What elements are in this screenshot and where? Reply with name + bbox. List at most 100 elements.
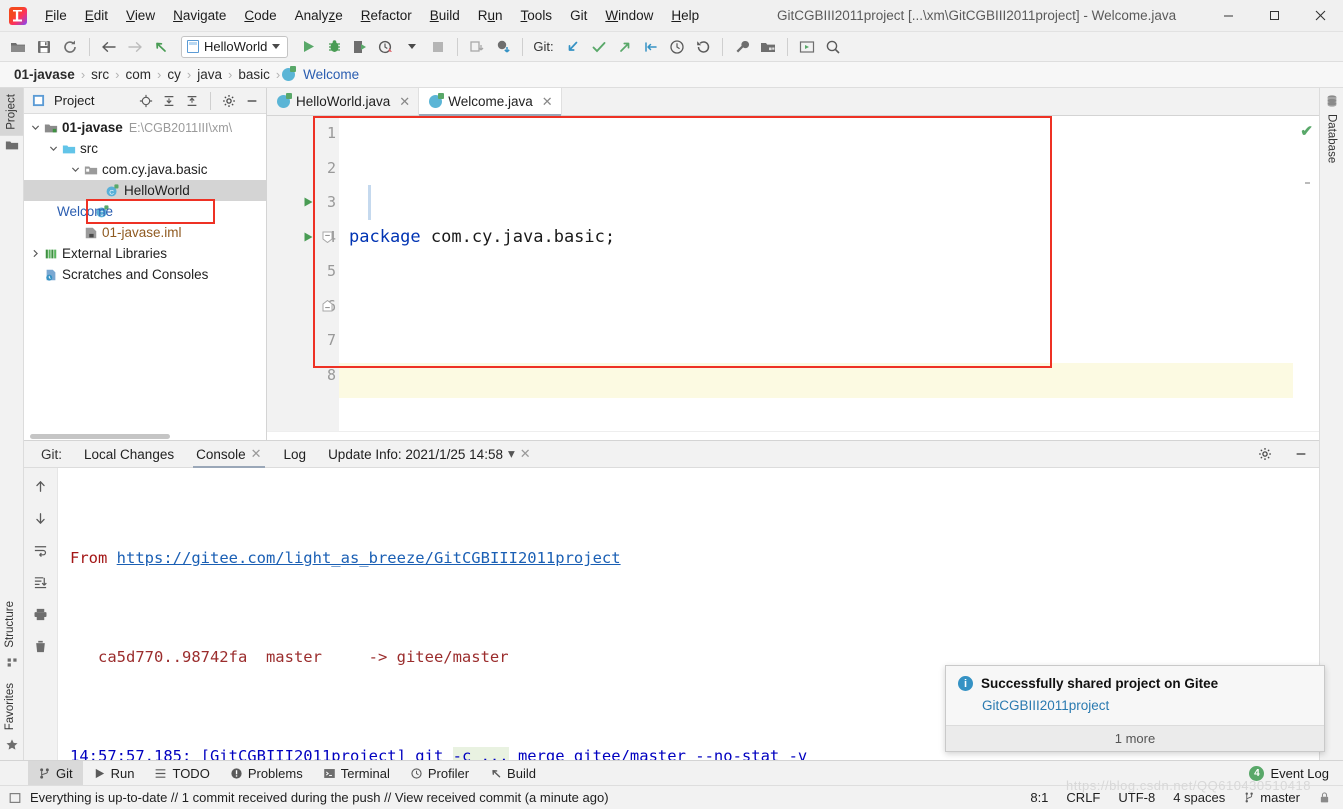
close-icon[interactable]: ✕ xyxy=(542,94,553,110)
chevron-down-icon[interactable] xyxy=(46,144,60,153)
toolwindow-git[interactable]: Git xyxy=(28,760,83,786)
open-project-icon[interactable] xyxy=(6,35,30,59)
menu-item-git[interactable]: Git xyxy=(561,4,596,27)
gear-icon[interactable] xyxy=(1247,441,1283,468)
project-structure-icon[interactable] xyxy=(756,35,780,59)
scroll-to-end-icon[interactable] xyxy=(31,572,51,592)
project-tree-hscrollbar[interactable] xyxy=(24,433,266,440)
menu-item-run[interactable]: Run xyxy=(469,4,512,27)
forward-icon[interactable] xyxy=(123,35,147,59)
breadcrumb-item-2[interactable]: com xyxy=(122,67,156,82)
breadcrumb-item-1[interactable]: src xyxy=(87,67,113,82)
chevron-down-icon[interactable] xyxy=(28,123,42,132)
breadcrumb-item-4[interactable]: java xyxy=(193,67,226,82)
locate-icon[interactable] xyxy=(136,91,156,111)
breadcrumb-item-5[interactable]: basic xyxy=(234,67,274,82)
indent-setting[interactable]: 4 spaces xyxy=(1164,790,1234,805)
search-icon[interactable] xyxy=(821,35,845,59)
menu-item-window[interactable]: Window xyxy=(596,4,662,27)
notification-more-button[interactable]: 1 more xyxy=(946,725,1324,751)
back-icon[interactable] xyxy=(97,35,121,59)
settings-wrench-icon[interactable] xyxy=(730,35,754,59)
editor-markers-gutter[interactable]: ✔ xyxy=(1293,116,1319,431)
menu-item-help[interactable]: Help xyxy=(662,4,708,27)
fold-icon[interactable] xyxy=(322,231,333,243)
git-push-icon[interactable] xyxy=(613,35,637,59)
expand-all-icon[interactable] xyxy=(159,91,179,111)
tree-item-src[interactable]: src xyxy=(24,138,266,159)
save-all-icon[interactable] xyxy=(32,35,56,59)
code-text[interactable]: package com.cy.java.basic; public class … xyxy=(339,116,1293,431)
tree-item-welcome[interactable]: C Welcome xyxy=(57,199,215,224)
toolwindow-profiler[interactable]: Profiler xyxy=(400,761,479,786)
update-project-icon[interactable] xyxy=(465,35,489,59)
sidebar-item-favorites[interactable]: Favorites xyxy=(0,677,20,736)
line-separator[interactable]: CRLF xyxy=(1057,790,1109,805)
menu-item-refactor[interactable]: Refactor xyxy=(352,4,421,27)
chevron-down-icon[interactable]: ▾ xyxy=(508,446,515,462)
tab-helloworld-java[interactable]: HelloWorld.java ✕ xyxy=(267,88,420,115)
chevron-down-icon[interactable] xyxy=(68,165,82,174)
toolwindow-build[interactable]: Build xyxy=(479,761,546,786)
code-editor[interactable]: 1 2 3 5 7 8 package com.cy.java.basic; ✔ xyxy=(267,116,1319,431)
breadcrumb-item-6[interactable]: Welcome xyxy=(299,67,363,82)
caret-position[interactable]: 8:1 xyxy=(1021,790,1057,805)
scroll-down-icon[interactable] xyxy=(31,508,51,528)
notification-popup[interactable]: i Successfully shared project on Gitee G… xyxy=(945,665,1325,752)
hide-panel-icon[interactable] xyxy=(1283,441,1319,468)
print-icon[interactable] xyxy=(31,604,51,624)
git-fetch-icon[interactable] xyxy=(639,35,663,59)
menu-item-file[interactable]: File xyxy=(36,4,76,27)
tree-item-scratches[interactable]: Scratches and Consoles xyxy=(24,264,266,285)
tree-item-helloworld[interactable]: C HelloWorld xyxy=(24,180,266,201)
gitee-url-link[interactable]: https://gitee.com/light_as_breeze/GitCGB… xyxy=(117,549,621,567)
run-with-coverage-icon[interactable] xyxy=(348,35,372,59)
tree-item-module[interactable]: 01-javase E:\CGB2011III\xm\ xyxy=(24,117,266,138)
git-update-icon[interactable] xyxy=(561,35,585,59)
sidebar-item-structure[interactable]: Structure xyxy=(0,595,20,654)
debug-button[interactable] xyxy=(322,35,346,59)
tab-log[interactable]: Log xyxy=(273,441,318,468)
profile-icon[interactable] xyxy=(374,35,398,59)
menu-item-tools[interactable]: Tools xyxy=(512,4,562,27)
branch-indicator[interactable]: master xyxy=(1234,790,1309,805)
file-encoding[interactable]: UTF-8 xyxy=(1109,790,1164,805)
gear-icon[interactable] xyxy=(219,91,239,111)
delete-icon[interactable] xyxy=(31,636,51,656)
toolwindow-todo[interactable]: TODO xyxy=(144,761,219,786)
scroll-up-icon[interactable] xyxy=(31,476,51,496)
sync-icon[interactable] xyxy=(58,35,82,59)
revert-icon[interactable] xyxy=(691,35,715,59)
sidebar-item-project[interactable]: Project xyxy=(0,88,23,136)
tab-console[interactable]: Console ✕ xyxy=(185,441,272,468)
status-message[interactable]: Everything is up-to-date // 1 commit rec… xyxy=(30,790,609,805)
commit-icon[interactable] xyxy=(491,35,515,59)
tree-item-iml[interactable]: 01-javase.iml xyxy=(24,222,266,243)
collapse-all-icon[interactable] xyxy=(182,91,202,111)
maximize-button[interactable] xyxy=(1251,0,1297,32)
editor-gutter[interactable]: 1 2 3 5 7 8 xyxy=(267,116,339,431)
fold-icon[interactable] xyxy=(322,299,333,312)
menu-item-navigate[interactable]: Navigate xyxy=(164,4,235,27)
menu-item-edit[interactable]: Edit xyxy=(76,4,117,27)
soft-wrap-icon[interactable] xyxy=(31,540,51,560)
inspection-ok-icon[interactable]: ✔ xyxy=(1300,122,1313,140)
close-icon[interactable]: ✕ xyxy=(399,94,410,110)
sidebar-item-database[interactable]: Database xyxy=(1322,108,1342,169)
toolwindow-problems[interactable]: Problems xyxy=(220,761,313,786)
run-configuration-selector[interactable]: HelloWorld xyxy=(181,35,289,58)
tree-item-package[interactable]: com.cy.java.basic xyxy=(24,159,266,180)
tab-update-info[interactable]: Update Info: 2021/1/25 14:58 ▾ ✕ xyxy=(317,441,542,468)
breadcrumb-item-3[interactable]: cy xyxy=(163,67,185,82)
last-edit-location-icon[interactable] xyxy=(149,35,173,59)
preview-icon[interactable] xyxy=(795,35,819,59)
event-log-button[interactable]: 4 Event Log xyxy=(1249,765,1343,781)
toolwindow-run[interactable]: Run xyxy=(83,761,145,786)
breadcrumb-item-0[interactable]: 01-javase xyxy=(10,67,79,82)
minimize-button[interactable] xyxy=(1205,0,1251,32)
close-icon[interactable]: ✕ xyxy=(520,446,531,462)
git-commit-check-icon[interactable] xyxy=(587,35,611,59)
tab-local-changes[interactable]: Local Changes xyxy=(73,441,185,468)
tab-welcome-java[interactable]: Welcome.java ✕ xyxy=(419,88,562,116)
close-icon[interactable]: ✕ xyxy=(251,446,262,462)
